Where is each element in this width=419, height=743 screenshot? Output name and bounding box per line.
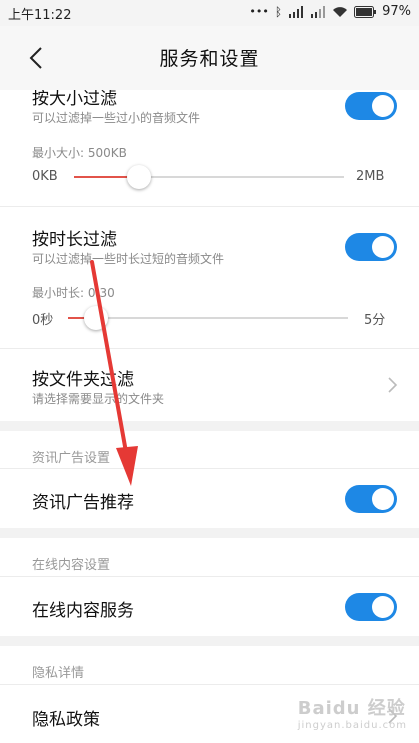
toggle-knob xyxy=(372,236,394,258)
online-service-toggle[interactable] xyxy=(345,593,397,621)
duration-filter-subtitle: 可以过滤掉一些时长过短的音频文件 xyxy=(32,252,225,266)
duration-slider[interactable] xyxy=(68,306,348,330)
online-service-item: 在线内容服务 xyxy=(0,577,419,636)
watermark-sub: jingyan.baidu.com xyxy=(297,720,407,731)
duration-slider-label: 最小时长: 0:30 xyxy=(32,286,115,300)
wifi-icon xyxy=(333,6,348,17)
online-service-title: 在线内容服务 xyxy=(32,601,134,621)
slider-thumb[interactable] xyxy=(126,165,151,189)
ad-recommend-title: 资讯广告推荐 xyxy=(32,493,134,513)
toggle-knob xyxy=(372,488,394,510)
folder-filter-title: 按文件夹过滤 xyxy=(32,370,134,390)
more-dots-icon: ••• xyxy=(249,5,269,18)
duration-slider-min: 0秒 xyxy=(32,313,54,328)
folder-filter-subtitle: 请选择需要显示的文件夹 xyxy=(32,392,165,406)
signal-icon xyxy=(289,5,304,18)
ad-section-label: 资讯广告设置 xyxy=(32,451,111,466)
toggle-knob xyxy=(372,596,394,618)
app-header: 服务和设置 xyxy=(0,26,419,90)
bluetooth-icon: ᛒ xyxy=(274,4,283,19)
group-gap xyxy=(0,636,419,646)
baidu-watermark: Baidu 经验 jingyan.baidu.com xyxy=(298,694,407,731)
duration-filter-toggle[interactable] xyxy=(345,233,397,261)
online-section-label: 在线内容设置 xyxy=(32,558,111,573)
toggle-knob xyxy=(372,95,394,117)
status-time: 上午11:22 xyxy=(8,8,72,23)
group-gap xyxy=(0,421,419,431)
size-filter-subtitle: 可以过滤掉一些过小的音频文件 xyxy=(32,111,201,125)
ad-recommend-toggle[interactable] xyxy=(345,485,397,513)
duration-slider-max: 5分 xyxy=(364,313,386,328)
page-title: 服务和设置 xyxy=(159,48,260,70)
privacy-section-label: 隐私详情 xyxy=(32,666,85,681)
size-filter-item: 按大小过滤 可以过滤掉一些过小的音频文件 最小大小: 500KB 0KB 2MB xyxy=(0,90,419,206)
size-slider-label: 最小大小: 500KB xyxy=(32,146,127,160)
size-filter-title: 按大小过滤 xyxy=(32,90,117,109)
group-gap xyxy=(0,528,419,538)
size-slider-max: 2MB xyxy=(356,169,385,184)
ad-recommend-item: 资讯广告推荐 xyxy=(0,469,419,528)
status-bar: 上午11:22 ••• ᛒ 97% xyxy=(0,0,419,26)
watermark-text: Baidu 经验 xyxy=(297,698,406,719)
size-slider-min: 0KB xyxy=(32,169,58,184)
size-slider[interactable] xyxy=(74,165,344,189)
slider-thumb[interactable] xyxy=(84,306,108,330)
duration-filter-title: 按时长过滤 xyxy=(32,230,117,250)
folder-filter-item[interactable]: 按文件夹过滤 请选择需要显示的文件夹 xyxy=(0,349,419,421)
battery-icon xyxy=(354,5,377,18)
privacy-policy-title: 隐私政策 xyxy=(32,710,100,730)
duration-filter-item: 按时长过滤 可以过滤掉一些时长过短的音频文件 最小时长: 0:30 0秒 5分 xyxy=(0,207,419,348)
settings-list[interactable]: 按大小过滤 可以过滤掉一些过小的音频文件 最小大小: 500KB 0KB 2MB… xyxy=(0,90,419,743)
chevron-right-icon xyxy=(388,377,398,393)
battery-percent: 97% xyxy=(382,4,411,19)
signal2-icon xyxy=(311,5,326,18)
status-icons: ••• ᛒ 97% xyxy=(249,4,411,19)
size-filter-toggle[interactable] xyxy=(345,92,397,120)
